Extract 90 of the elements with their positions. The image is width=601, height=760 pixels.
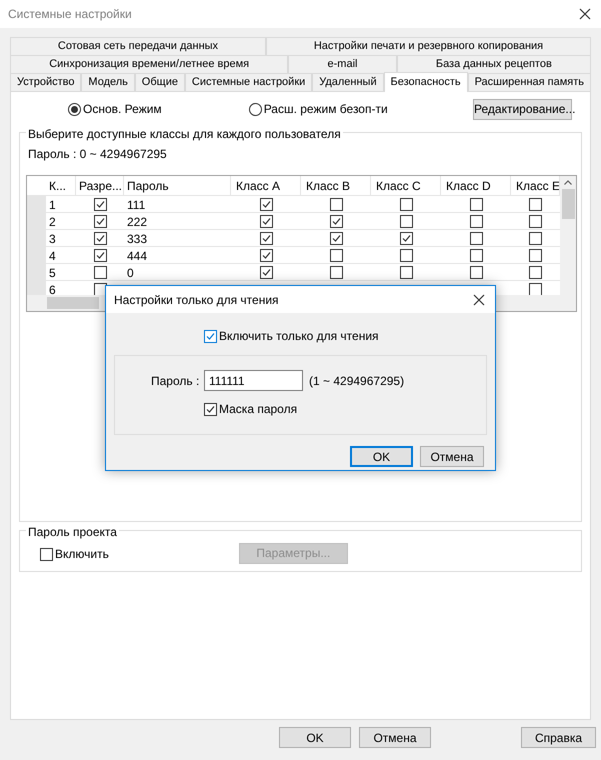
checkbox[interactable]: [400, 214, 412, 228]
column-header[interactable]: Класс B: [301, 176, 371, 195]
checkbox[interactable]: [260, 214, 272, 228]
button[interactable]: Отмена: [420, 446, 484, 467]
checkbox-label: Маска пароля: [219, 401, 298, 418]
checkbox[interactable]: [470, 248, 482, 262]
button[interactable]: Отмена: [359, 727, 431, 748]
column-header[interactable]: Класс A: [231, 176, 301, 195]
checkbox[interactable]: [470, 214, 482, 228]
table-cell: 111: [127, 198, 146, 212]
checkbox[interactable]: [330, 232, 342, 244]
table-cell-text: 4: [48, 248, 57, 263]
scroll-thumb[interactable]: [562, 189, 574, 219]
scroll-up-icon[interactable]: [564, 180, 572, 185]
radio-button[interactable]: [248, 102, 262, 116]
tab[interactable]: Модель: [81, 73, 135, 91]
checkbox[interactable]: [94, 282, 106, 296]
checkbox[interactable]: [529, 198, 542, 210]
tab[interactable]: Безопасность: [384, 72, 468, 92]
checkbox[interactable]: [400, 248, 412, 262]
checkbox[interactable]: [260, 232, 272, 244]
checkbox[interactable]: [94, 232, 106, 244]
table-cell: 333: [127, 232, 148, 246]
table-cell: 222: [127, 215, 148, 229]
button[interactable]: Редактирование...: [473, 98, 572, 120]
checkbox[interactable]: [260, 248, 272, 262]
radio-label: Основ. Режим: [83, 101, 162, 118]
tab[interactable]: Общие: [134, 73, 185, 91]
column-header[interactable]: Класс D: [441, 176, 511, 195]
tab[interactable]: Устройство: [10, 73, 82, 91]
table-cell-text: 3: [48, 231, 57, 246]
close-icon[interactable]: [473, 294, 485, 306]
tab[interactable]: Синхронизация времени/летнее время: [10, 55, 288, 73]
checkbox-label: Включить только для чтения: [219, 328, 379, 345]
close-icon[interactable]: [579, 8, 591, 20]
checkbox[interactable]: [529, 232, 542, 244]
checkbox[interactable]: [400, 266, 412, 278]
radio-label: Расш. режим безоп-ти: [264, 101, 388, 118]
checkbox[interactable]: [400, 198, 412, 210]
table-cell-text: 6: [48, 282, 57, 297]
column-header[interactable]: К...: [46, 176, 76, 195]
tab[interactable]: База данных рецептов: [396, 55, 591, 73]
range-text: (1 ~ 4294967295): [309, 372, 404, 390]
checkbox[interactable]: [529, 282, 542, 296]
checkbox[interactable]: [330, 248, 342, 262]
checkbox[interactable]: [330, 198, 342, 210]
button[interactable]: OK: [350, 446, 413, 467]
tab[interactable]: Сотовая сеть передачи данных: [10, 37, 266, 55]
password-field[interactable]: 111111: [204, 370, 303, 391]
checkbox[interactable]: [529, 248, 542, 262]
field-label: Пароль :: [151, 372, 200, 390]
checkbox[interactable]: [40, 548, 53, 560]
button[interactable]: Справка: [521, 727, 596, 748]
tab[interactable]: Системные настройки: [184, 73, 312, 91]
tab[interactable]: Расширенная память: [468, 73, 591, 91]
checkbox[interactable]: [94, 248, 106, 262]
button[interactable]: OK: [279, 727, 351, 748]
checkbox[interactable]: [400, 232, 412, 244]
column-header[interactable]: Класс C: [371, 176, 441, 195]
table-cell-text: 1: [48, 197, 57, 212]
vertical-scrollbar[interactable]: [560, 176, 576, 295]
tab[interactable]: Настройки печати и резервного копирования: [266, 37, 592, 55]
checkbox[interactable]: [330, 214, 342, 228]
checkbox[interactable]: [94, 198, 106, 210]
table-cell-text: 2: [48, 214, 57, 229]
tab[interactable]: e-mail: [288, 55, 397, 73]
checkbox[interactable]: [94, 214, 106, 228]
column-header[interactable]: Пароль: [124, 176, 231, 195]
checkbox[interactable]: [204, 402, 217, 416]
checkbox[interactable]: [260, 198, 272, 210]
checkbox[interactable]: [330, 266, 342, 278]
password-range: Пароль : 0 ~ 4294967295: [28, 146, 168, 163]
table-cell: 444: [127, 249, 148, 263]
radio-button[interactable]: [68, 102, 81, 116]
checkbox[interactable]: [529, 214, 542, 228]
table-cell: 0: [127, 266, 134, 280]
checkbox[interactable]: [470, 198, 482, 210]
column-header[interactable]: Разре...: [76, 176, 124, 195]
checkbox[interactable]: [470, 266, 482, 278]
checkbox[interactable]: [94, 266, 106, 278]
window-title: Системные настройки: [8, 6, 132, 23]
checkbox[interactable]: [204, 330, 217, 342]
checkbox[interactable]: [529, 266, 542, 278]
dialog-title: Настройки только для чтения: [114, 292, 279, 308]
checkbox[interactable]: [260, 266, 272, 278]
table-cell-text: 5: [48, 265, 57, 280]
checkbox[interactable]: [470, 232, 482, 244]
tab[interactable]: Удаленный: [312, 73, 384, 91]
checkbox-label: Включить: [55, 546, 109, 563]
scroll-thumb[interactable]: [47, 297, 99, 309]
